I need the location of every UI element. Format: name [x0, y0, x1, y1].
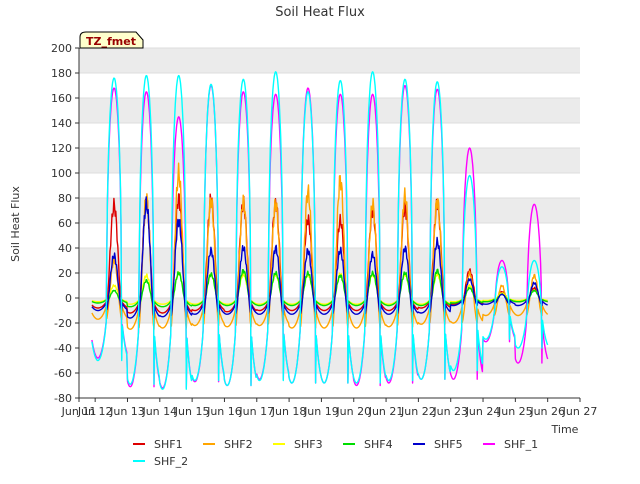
x-axis-label: Time — [551, 423, 579, 436]
y-tick-label: -20 — [54, 317, 72, 330]
x-tick-label: Jun 19 — [303, 405, 339, 418]
y-axis-label: Soil Heat Flux — [9, 186, 22, 262]
y-tick-label: 140 — [51, 117, 72, 130]
x-tick-label: Jun 15 — [174, 405, 210, 418]
plot-band — [79, 48, 580, 73]
legend-label: SHF_2 — [154, 455, 188, 468]
x-tick-label: Jun 14 — [141, 405, 177, 418]
y-tick-label: 100 — [51, 167, 72, 180]
plot-band — [79, 148, 580, 173]
y-tick-label: -40 — [54, 342, 72, 355]
y-tick-label: 120 — [51, 142, 72, 155]
y-tick-label: 200 — [51, 42, 72, 55]
annotation-box: TZ_fmet — [79, 31, 144, 49]
y-tick-label: 20 — [58, 267, 72, 280]
legend-label: SHF5 — [434, 438, 463, 451]
x-tick-label: Jun 17 — [238, 405, 274, 418]
x-tick-label: Jun 24 — [465, 405, 501, 418]
x-tick-label: Jun 12 — [77, 405, 113, 418]
x-tick-label: Jun 20 — [335, 405, 371, 418]
annotation-label: TZ_fmet — [86, 35, 136, 48]
y-tick-label: 180 — [51, 67, 72, 80]
y-tick-label: -80 — [54, 392, 72, 405]
plot-band — [79, 198, 580, 223]
x-tick-label: Jun 21 — [368, 405, 404, 418]
legend-label: SHF_1 — [504, 438, 538, 451]
chart: Jun 11Jun 12Jun 13Jun 14Jun 15Jun 16Jun … — [0, 0, 640, 480]
legend-label: SHF2 — [224, 438, 253, 451]
y-tick-label: 60 — [58, 217, 72, 230]
chart-title: Soil Heat Flux — [275, 5, 365, 20]
x-tick-label: Jun 18 — [271, 405, 307, 418]
plot-band — [79, 98, 580, 123]
legend-label: SHF3 — [294, 438, 323, 451]
legend-label: SHF4 — [364, 438, 393, 451]
y-tick-label: 40 — [58, 242, 72, 255]
x-tick-label: Jun 22 — [400, 405, 436, 418]
y-tick-label: 160 — [51, 92, 72, 105]
y-tick-label: 80 — [58, 192, 72, 205]
x-tick-label: Jun 16 — [206, 405, 242, 418]
y-tick-label: 0 — [65, 292, 72, 305]
x-tick-label: Jun 13 — [109, 405, 145, 418]
legend-label: SHF1 — [154, 438, 183, 451]
y-tick-label: -60 — [54, 367, 72, 380]
x-tick-label: Jun 26 — [529, 405, 565, 418]
x-tick-label: Jun 23 — [432, 405, 468, 418]
x-tick-label: Jun 27 — [562, 405, 598, 418]
x-tick-label: Jun 25 — [497, 405, 533, 418]
